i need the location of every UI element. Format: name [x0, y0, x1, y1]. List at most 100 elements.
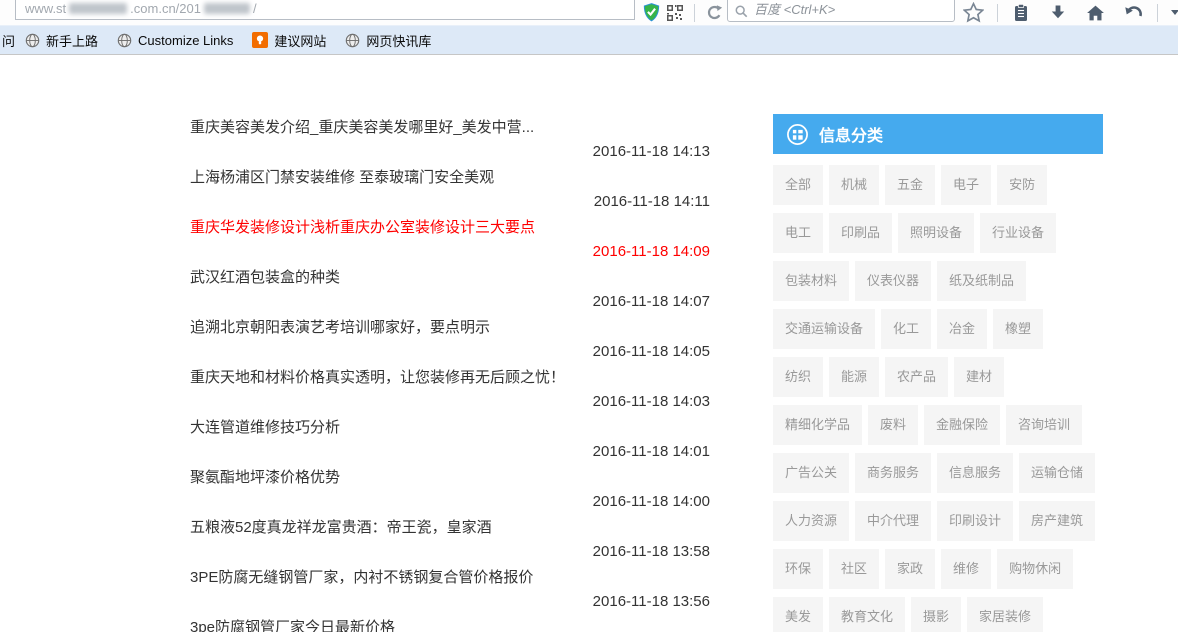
article-row: 上海杨浦区门禁安装维修 至泰玻璃门安全美观 2016-11-18 14:11 [190, 166, 710, 216]
undo-back-icon[interactable] [1123, 3, 1144, 23]
home-icon[interactable] [1085, 3, 1106, 23]
category-button[interactable]: 纸及纸制品 [937, 261, 1026, 301]
bookmark-item-cutoff[interactable]: 问 [2, 31, 15, 50]
article-row: 武汉红酒包装盒的种类 2016-11-18 14:07 [190, 266, 710, 316]
browser-window: www.st.com.cn/201/ 百度 <Ctrl+K> [0, 0, 1178, 632]
category-button[interactable]: 冶金 [937, 309, 987, 349]
category-button[interactable]: 电工 [773, 213, 823, 253]
category-button[interactable]: 包装材料 [773, 261, 849, 301]
category-button[interactable]: 印刷设计 [937, 501, 1013, 541]
article-title-link[interactable]: 追溯北京朝阳表演艺考培训哪家好，要点明示 [190, 316, 710, 337]
article-title-link[interactable]: 聚氨酯地坪漆价格优势 [190, 466, 710, 487]
category-button[interactable]: 交通运输设备 [773, 309, 875, 349]
article-row: 大连管道维修技巧分析 2016-11-18 14:01 [190, 416, 710, 466]
bookmark-star-icon[interactable] [963, 2, 984, 23]
globe-icon [117, 33, 132, 48]
category-button[interactable]: 行业设备 [980, 213, 1056, 253]
category-button[interactable]: 信息服务 [937, 453, 1013, 493]
globe-icon [345, 33, 360, 48]
bookmark-item-web-slices[interactable]: 网页快讯库 [345, 31, 431, 50]
category-button[interactable]: 教育文化 [829, 597, 905, 632]
article-title-link[interactable]: 3PE防腐无缝钢管厂家，内衬不锈钢复合管价格报价 [190, 566, 710, 587]
article-row: 重庆天地和材料价格真实透明，让您装修再无后顾之忧！ 2016-11-18 14:… [190, 366, 710, 416]
search-input[interactable]: 百度 <Ctrl+K> [727, 0, 955, 22]
toolbar-divider [694, 4, 695, 22]
article-title-link[interactable]: 上海杨浦区门禁安装维修 至泰玻璃门安全美观 [190, 166, 710, 187]
category-button[interactable]: 中介代理 [855, 501, 931, 541]
lightbulb-icon [252, 32, 268, 48]
censored-url-segment [204, 3, 250, 14]
category-button[interactable]: 人力资源 [773, 501, 849, 541]
article-row: 重庆华发装修设计浅析重庆办公室装修设计三大要点 2016-11-18 14:09 [190, 216, 710, 266]
article-timestamp: 2016-11-18 14:11 [190, 193, 710, 210]
article-title-link[interactable]: 重庆美容美发介绍_重庆美容美发哪里好_美发中营... [190, 116, 710, 137]
category-button[interactable]: 能源 [829, 357, 879, 397]
article-timestamp: 2016-11-18 13:56 [190, 593, 710, 610]
category-button[interactable]: 照明设备 [898, 213, 974, 253]
category-sidebar: 信息分类 全部 机械 五金 电子 安防 电工 印刷品 照明设备 行业设备 [773, 114, 1103, 632]
article-row: 聚氨酯地坪漆价格优势 2016-11-18 14:00 [190, 466, 710, 516]
category-button[interactable]: 农产品 [885, 357, 948, 397]
search-icon [735, 5, 748, 18]
article-title-link[interactable]: 大连管道维修技巧分析 [190, 416, 710, 437]
bookmark-item-suggested-sites[interactable]: 建议网站 [252, 31, 326, 50]
category-button[interactable]: 咨询培训 [1006, 405, 1082, 445]
address-bar[interactable]: www.st.com.cn/201/ [15, 0, 635, 20]
security-shield-icon[interactable] [643, 3, 660, 22]
browser-toolbar: www.st.com.cn/201/ 百度 <Ctrl+K> [0, 0, 1178, 25]
category-button[interactable]: 精细化学品 [773, 405, 862, 445]
category-button[interactable]: 家政 [885, 549, 935, 589]
category-button[interactable]: 橡塑 [993, 309, 1043, 349]
category-button[interactable]: 运输仓储 [1019, 453, 1095, 493]
article-title-link[interactable]: 重庆天地和材料价格真实透明，让您装修再无后顾之忧！ [190, 366, 710, 387]
category-button[interactable]: 建材 [954, 357, 1004, 397]
category-button[interactable]: 摄影 [911, 597, 961, 632]
category-button[interactable]: 纺织 [773, 357, 823, 397]
category-button[interactable]: 五金 [885, 165, 935, 205]
article-row: 重庆美容美发介绍_重庆美容美发哪里好_美发中营... 2016-11-18 14… [190, 116, 710, 166]
category-button[interactable]: 商务服务 [855, 453, 931, 493]
article-title-link[interactable]: 3pe防腐钢管厂家今日最新价格 [190, 616, 710, 632]
category-button[interactable]: 安防 [997, 165, 1047, 205]
category-button[interactable]: 化工 [881, 309, 931, 349]
article-timestamp: 2016-11-18 14:05 [190, 343, 710, 360]
toolbar-divider [997, 4, 998, 22]
sidebar-header: 信息分类 [773, 114, 1103, 154]
category-button[interactable]: 美发 [773, 597, 823, 632]
bookmark-item-new-user[interactable]: 新手上路 [25, 31, 98, 50]
category-button[interactable]: 金融保险 [924, 405, 1000, 445]
category-button[interactable]: 维修 [941, 549, 991, 589]
refresh-icon[interactable] [706, 4, 723, 21]
category-button[interactable]: 环保 [773, 549, 823, 589]
category-button[interactable]: 印刷品 [829, 213, 892, 253]
category-button[interactable]: 废料 [868, 405, 918, 445]
article-title-link[interactable]: 武汉红酒包装盒的种类 [190, 266, 710, 287]
globe-icon [25, 33, 40, 48]
article-timestamp: 2016-11-18 14:09 [190, 243, 710, 260]
category-grid: 全部 机械 五金 电子 安防 电工 印刷品 照明设备 行业设备 包装材料 仪表仪… [773, 165, 1098, 632]
url-text: www.st.com.cn/201/ [25, 1, 257, 16]
category-button[interactable]: 购物休闲 [997, 549, 1073, 589]
category-button[interactable]: 家居装修 [967, 597, 1043, 632]
article-row: 3PE防腐无缝钢管厂家，内衬不锈钢复合管价格报价 2016-11-18 13:5… [190, 566, 710, 616]
article-row: 追溯北京朝阳表演艺考培训哪家好，要点明示 2016-11-18 14:05 [190, 316, 710, 366]
category-button[interactable]: 广告公关 [773, 453, 849, 493]
category-button[interactable]: 社区 [829, 549, 879, 589]
article-title-link[interactable]: 重庆华发装修设计浅析重庆办公室装修设计三大要点 [190, 216, 710, 237]
category-grid-icon [786, 123, 809, 146]
toolbar-overflow-caret-icon[interactable] [1171, 10, 1178, 15]
category-button[interactable]: 全部 [773, 165, 823, 205]
downloads-icon[interactable] [1048, 3, 1068, 23]
category-button[interactable]: 仪表仪器 [855, 261, 931, 301]
article-timestamp: 2016-11-18 14:00 [190, 493, 710, 510]
article-list: 重庆美容美发介绍_重庆美容美发哪里好_美发中营... 2016-11-18 14… [190, 116, 710, 632]
category-button[interactable]: 房产建筑 [1019, 501, 1095, 541]
bookmark-item-customize-links[interactable]: Customize Links [117, 33, 233, 48]
bookmarks-list-icon[interactable] [1011, 3, 1031, 23]
article-timestamp: 2016-11-18 14:01 [190, 443, 710, 460]
article-timestamp: 2016-11-18 14:13 [190, 143, 710, 160]
qr-code-icon[interactable] [667, 5, 683, 21]
article-title-link[interactable]: 五粮液52度真龙祥龙富贵酒：帝王瓷，皇家酒 [190, 516, 710, 537]
category-button[interactable]: 电子 [941, 165, 991, 205]
category-button[interactable]: 机械 [829, 165, 879, 205]
